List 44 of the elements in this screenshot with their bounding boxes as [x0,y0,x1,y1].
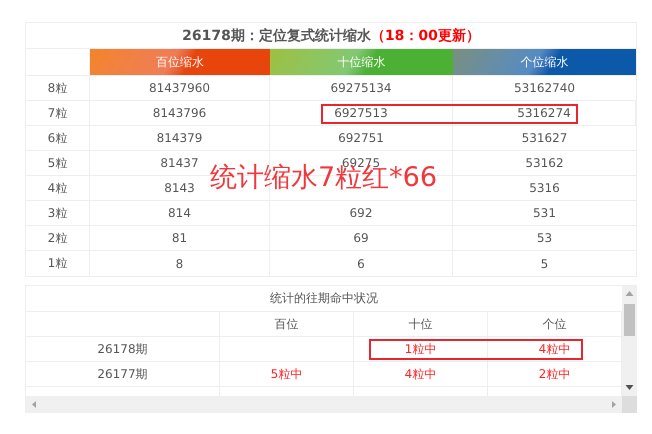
row-label: 2粒 [26,226,90,250]
table-cell: 6927513 [270,101,453,125]
horizontal-scrollbar[interactable] [26,396,622,413]
table-title: 统计的往期命中状况 [26,286,622,312]
column-header: 百位缩水 [90,49,270,75]
table-cell-text: 53162740 [512,80,576,97]
period-cell: 26178期 [26,337,220,361]
table-cell: 692751 [270,126,453,150]
period-cell: 26177期 [26,362,220,386]
table-cell: 814 [90,201,270,225]
column-header: 百位 [220,312,354,336]
column-header: 十位缩水 [270,49,453,75]
table-cell-text: 531 [532,205,557,222]
row-label: 3粒 [26,201,90,225]
scrollbar-corner [622,396,637,413]
row-label: 7粒 [26,101,90,125]
row-label: 8粒 [26,76,90,100]
table-cell: 69275134 [270,76,453,100]
table-cell-text: 5 [540,256,550,272]
table-cell: 8143796 [90,101,270,125]
update-time-note: （18：00更新） [370,26,480,44]
row-label: 6粒 [26,126,90,150]
hit-cell: 1粒中 [354,337,488,361]
table-cell-text: 53162 [524,155,565,172]
column-header: 个位缩水 [453,49,636,75]
table-cell: 5316274 [453,101,636,125]
row-label: 1粒 [26,251,90,276]
table-cell: 6 [270,251,453,276]
table-title: 26178期：定位复式统计缩水 [182,26,371,44]
table-cell: 814379 [90,126,270,150]
table-cell: 81 [90,226,270,250]
column-header: 十位 [354,312,488,336]
hit-cell: 5粒中 [220,362,354,386]
row-label: 4粒 [26,176,90,200]
row-label: 5粒 [26,151,90,175]
table-cell: 692 [270,201,453,225]
vertical-scrollbar[interactable] [622,286,637,396]
table-cell: 81437960 [90,76,270,100]
table-cell-text: 53 [536,230,554,247]
table-cell-text: 5316 [528,180,561,197]
table-cell: 69 [270,226,453,250]
table-cell-text: 531627 [520,130,568,147]
hit-cell: 4粒中 [354,362,488,386]
table-cell: 8 [90,251,270,276]
